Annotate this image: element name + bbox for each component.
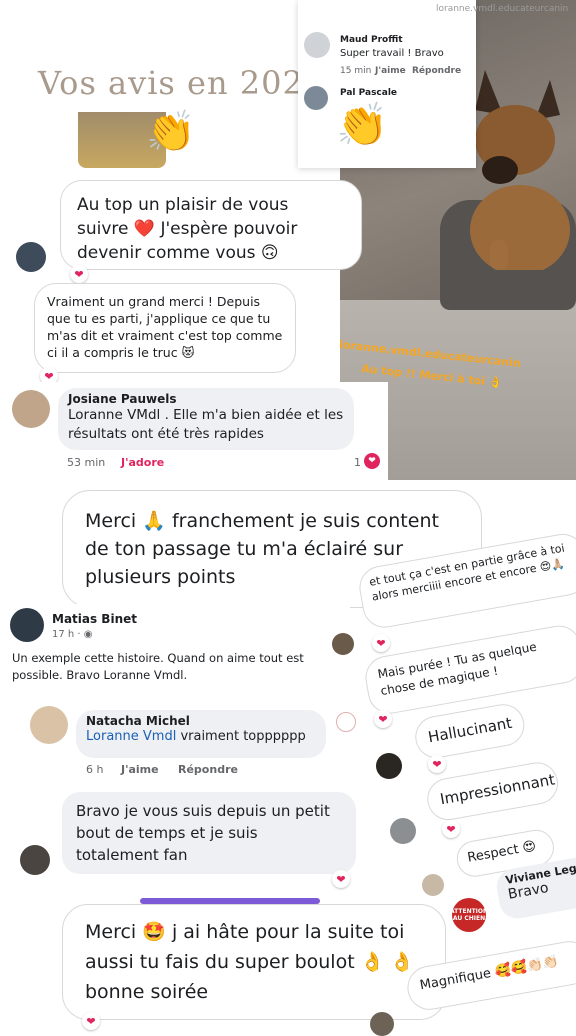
avatar [20, 845, 50, 875]
post-author[interactable]: Matias Binet [52, 612, 137, 626]
comment-bubble: Natacha Michel Loranne Vmdl vraiment top… [76, 710, 326, 758]
comment-time: 15 min [340, 66, 372, 76]
heart-reaction-icon[interactable]: ❤ [82, 1012, 100, 1030]
comment-author[interactable]: Josiane Pauwels [68, 392, 344, 406]
post-time-text: 17 h · [52, 629, 84, 640]
message-bubble: Au top un plaisir de vous suivre ❤️ J'es… [60, 180, 362, 270]
post-text: Un exemple cette histoire. Quand on aime… [12, 651, 304, 682]
comment-text: Loranne Vmdl vraiment topppppp [86, 728, 316, 746]
comment-author[interactable]: Maud Proffit [340, 35, 403, 45]
like-button[interactable]: J'aime [121, 763, 159, 776]
heart-reaction-icon: ❤ [364, 453, 380, 469]
post-time: 17 h · ◉ [52, 629, 93, 640]
avatar [332, 633, 354, 655]
comment-text-body: vraiment topppppp [176, 729, 306, 744]
clapping-hands-icon: 👏 [146, 109, 196, 155]
reply-bubble: Hallucinant [412, 700, 528, 762]
heart-reaction-icon[interactable]: ❤ [442, 820, 460, 838]
avatar [370, 1012, 394, 1036]
comment-bubble: Josiane Pauwels Loranne VMdl . Elle m'a … [58, 388, 354, 450]
globe-icon: ◉ [83, 629, 93, 640]
avatar [16, 242, 46, 272]
avatar [422, 874, 444, 896]
reaction-count: 1 [354, 456, 361, 469]
message-bubble: Bravo je vous suis depuis un petit bout … [62, 792, 356, 874]
avatar [30, 706, 68, 744]
watermark-text: loranne.vmdl.educateurcanin [436, 4, 569, 14]
reply-button[interactable]: Répondre [412, 66, 461, 76]
comment-author[interactable]: Natacha Michel [86, 714, 316, 728]
avatar [376, 753, 402, 779]
top-comment-card: loranne.vmdl.educateurcanin Maud Proffit… [298, 0, 568, 168]
comment-text: Loranne VMdl . Elle m'a bien aidée et le… [68, 407, 344, 442]
page-title: Vos avis en 2021 [38, 64, 326, 102]
mention-link[interactable]: Loranne Vmdl [86, 729, 176, 744]
clapping-hands-icon: 👏 [336, 100, 389, 149]
heart-reaction-icon[interactable]: ❤ [70, 265, 88, 283]
avatar [390, 818, 416, 844]
heart-reaction-icon[interactable]: ❤ [332, 870, 350, 888]
like-button[interactable]: J'aime [375, 66, 406, 76]
avatar [304, 32, 330, 58]
reaction-label[interactable]: J'adore [121, 456, 164, 469]
avatar [304, 86, 328, 110]
heart-reaction-icon[interactable]: ❤ [372, 634, 390, 652]
comment-time: 53 min [67, 456, 106, 469]
reply-bubble: Mais purée ! Tu as quelque chose de magi… [362, 622, 576, 718]
comment-time: 6 h [86, 763, 104, 776]
heart-reaction-icon[interactable]: ❤ [374, 710, 392, 728]
comment-text: Super travail ! Bravo [340, 48, 444, 59]
message-bubble: Vraiment un grand merci ! Depuis que tu … [34, 283, 296, 373]
sticker-icon [336, 712, 356, 732]
heart-reaction-icon[interactable]: ❤ [428, 755, 446, 773]
attention-dog-badge: ATTENTION AU CHIEN [450, 898, 488, 932]
reply-button[interactable]: Répondre [178, 763, 238, 776]
avatar [10, 608, 44, 642]
message-bubble: Merci 🤩 j ai hâte pour la suite toi auss… [62, 904, 446, 1020]
comment-author[interactable]: Pal Pascale [340, 88, 397, 98]
avatar [12, 390, 50, 428]
